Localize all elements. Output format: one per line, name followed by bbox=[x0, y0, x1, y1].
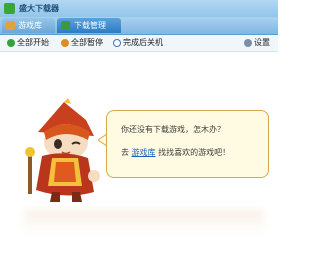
mascot-reflection bbox=[24, 210, 264, 232]
mascot-illustration bbox=[25, 98, 100, 202]
power-icon bbox=[113, 39, 121, 47]
empty-state-speech-bubble: 你还没有下载游戏，怎木办？ 去 游戏库 找找喜欢的游戏吧！ bbox=[106, 110, 269, 178]
window-title: 盛大下载器 bbox=[19, 4, 59, 13]
start-all-button[interactable]: 全部开始 bbox=[7, 37, 51, 49]
toolbar: 全部开始 全部暂停 完成后关机 设置 bbox=[0, 35, 278, 52]
hint-suffix: 找找喜欢的游戏吧！ bbox=[158, 148, 231, 157]
settings-button[interactable]: 设置 bbox=[244, 37, 276, 49]
game-library-icon bbox=[6, 21, 15, 30]
settings-label: 设置 bbox=[254, 38, 270, 47]
gear-icon bbox=[244, 39, 252, 47]
pause-all-button[interactable]: 全部暂停 bbox=[61, 37, 105, 49]
tab-download-manager[interactable]: 下载管理 bbox=[57, 18, 121, 33]
pause-icon bbox=[61, 39, 69, 47]
tab-download-manager-label: 下载管理 bbox=[74, 21, 106, 30]
shutdown-after-complete-toggle[interactable]: 完成后关机 bbox=[113, 37, 173, 49]
hint-prefix: 去 bbox=[121, 148, 129, 157]
play-icon bbox=[7, 39, 15, 47]
app-logo-icon bbox=[4, 3, 15, 14]
empty-hint: 去 游戏库 找找喜欢的游戏吧！ bbox=[121, 147, 230, 158]
game-library-link[interactable]: 游戏库 bbox=[132, 148, 156, 157]
download-manager-icon bbox=[61, 21, 70, 30]
tab-bar: 游戏库 下载管理 bbox=[0, 17, 278, 35]
start-all-label: 全部开始 bbox=[17, 38, 49, 47]
tab-game-library[interactable]: 游戏库 bbox=[2, 18, 55, 33]
pause-all-label: 全部暂停 bbox=[71, 38, 103, 47]
empty-message: 你还没有下载游戏，怎木办？ bbox=[121, 125, 225, 134]
tab-game-library-label: 游戏库 bbox=[18, 21, 42, 30]
shutdown-after-label: 完成后关机 bbox=[123, 38, 163, 47]
